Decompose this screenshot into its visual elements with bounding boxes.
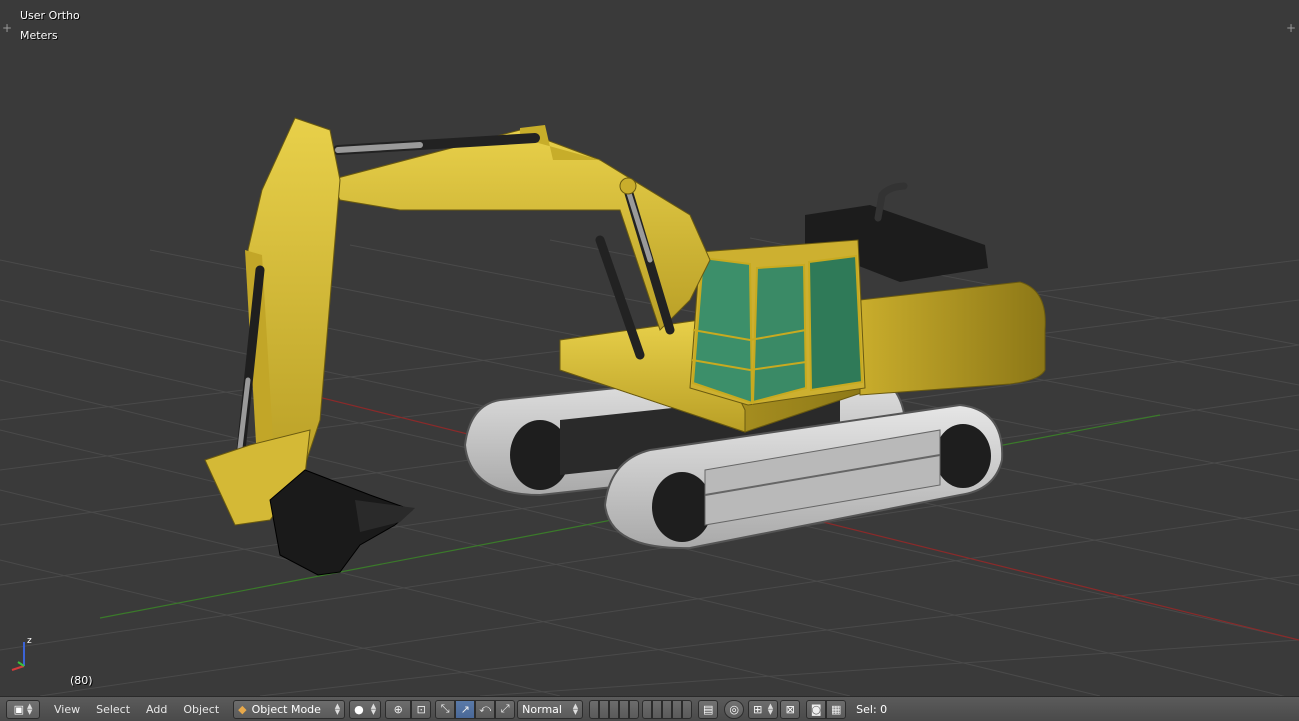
boom	[312, 125, 711, 360]
layer-button[interactable]	[599, 699, 610, 719]
manipulator-center-icon[interactable]: ⊡	[411, 699, 432, 719]
mode-label: Object Mode	[251, 702, 321, 716]
updown-icon: ▲ ▼	[27, 702, 33, 716]
updown-icon: ▲ ▼	[334, 702, 341, 716]
units-label: Meters	[20, 29, 58, 42]
snap-increment-icon: ⊞	[753, 702, 763, 716]
frame-number-label: (80)	[70, 674, 93, 687]
render-group: ◙ ▦	[806, 699, 847, 719]
layer-button[interactable]	[652, 699, 663, 719]
manipulator-group: ⤡ ↗ ⤺ ⤢	[435, 699, 516, 719]
orientation-label: Normal	[522, 702, 562, 716]
layer-button[interactable]	[619, 699, 630, 719]
layer-button[interactable]	[642, 699, 653, 719]
rotate-manipulator-icon[interactable]: ⤺	[475, 699, 496, 719]
pivot-group: ⊕ ⊡	[385, 699, 432, 719]
menu-view[interactable]: View	[46, 700, 88, 719]
layer-button[interactable]	[609, 699, 620, 719]
cube-icon: ▣	[13, 702, 24, 716]
pivot-point-icon[interactable]: ⊕	[385, 699, 412, 719]
3d-view-header: ▣ ▲ ▼ View Select Add Object ◆ Object Mod…	[0, 696, 1299, 721]
view-name-label: User Ortho	[20, 9, 80, 22]
updown-icon: ▲ ▼	[572, 702, 579, 716]
updown-icon: ▲ ▼	[370, 702, 377, 716]
viewport-shading-dropdown[interactable]: ● ▲ ▼	[349, 699, 382, 719]
area-split-corner-icon-right[interactable]: +	[1286, 22, 1296, 34]
bucket	[269, 469, 415, 576]
manipulator-toggle-icon[interactable]: ⤡	[435, 699, 456, 719]
proportional-edit-icon[interactable]: ◎	[724, 699, 745, 719]
updown-icon: ▲ ▼	[767, 702, 774, 716]
mode-dropdown[interactable]: ◆ Object Mode ▲ ▼	[233, 699, 346, 719]
lock-layers-icon[interactable]: ▤	[698, 699, 719, 719]
z-axis-label: z	[27, 636, 32, 646]
blender-window: User Ortho Meters (80) + + z ▣ ▲ ▼ View S…	[0, 0, 1299, 721]
menu-object[interactable]: Object	[175, 700, 227, 719]
axis-gizmo: z	[11, 636, 32, 671]
selection-count: Sel: 0	[856, 702, 888, 716]
arm	[204, 117, 341, 526]
layer-button[interactable]	[682, 699, 693, 719]
object-mode-icon: ◆	[238, 702, 247, 716]
layer-button[interactable]	[589, 699, 600, 719]
transform-orientation-dropdown[interactable]: Normal ▲ ▼	[517, 699, 584, 719]
cab	[689, 239, 866, 406]
area-split-corner-icon[interactable]: +	[2, 22, 12, 34]
layers-group-2	[642, 699, 693, 719]
layer-button[interactable]	[672, 699, 683, 719]
snap-element-dropdown[interactable]: ⊞ ▲ ▼	[748, 699, 779, 719]
solid-sphere-icon: ●	[354, 702, 364, 716]
layer-button[interactable]	[629, 699, 640, 719]
render-animation-icon[interactable]: ▦	[826, 699, 847, 719]
translate-manipulator-icon[interactable]: ↗	[455, 699, 476, 719]
editor-type-button[interactable]: ▣ ▲ ▼	[6, 699, 40, 719]
render-opengl-icon[interactable]: ◙	[806, 699, 827, 719]
menu-add[interactable]: Add	[138, 700, 175, 719]
layers-group-1	[589, 699, 640, 719]
3d-viewport[interactable]: User Ortho Meters (80) + + z	[0, 0, 1299, 696]
scene-canvas[interactable]	[0, 0, 1299, 696]
snap-target-icon[interactable]: ⊠	[780, 699, 801, 719]
menu-select[interactable]: Select	[88, 700, 138, 719]
scale-manipulator-icon[interactable]: ⤢	[495, 699, 516, 719]
layer-button[interactable]	[662, 699, 673, 719]
